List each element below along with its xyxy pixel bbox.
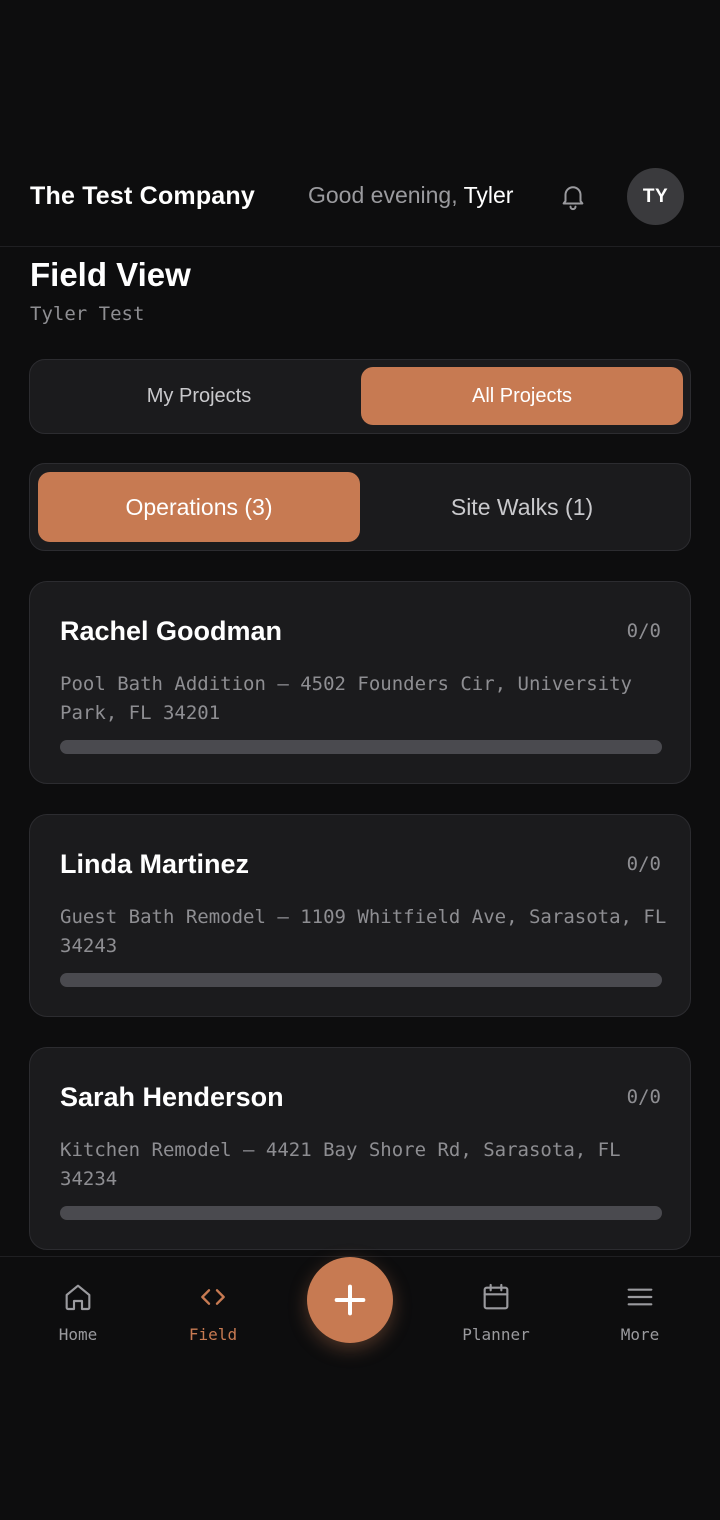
site-walks-tab[interactable]: Site Walks (1) [361,472,683,542]
plus-icon [334,1284,366,1316]
project-card[interactable]: Rachel Goodman 0/0 Pool Bath Addition — … [29,581,691,784]
nav-field-label: Field [188,1325,238,1344]
add-fab-button[interactable] [307,1257,393,1343]
nav-field[interactable]: Field [163,1279,263,1349]
greeting-text: Good evening, Tyler [308,182,513,209]
project-client-name: Linda Martinez [60,849,250,879]
app-header: The Test Company Good evening, Tyler TY [0,0,720,247]
category-tabs-segment: Operations (3) Site Walks (1) [29,463,691,551]
nav-home-label: Home [58,1325,98,1344]
greeting-user-name: Tyler [463,182,514,208]
code-brackets-icon [195,1279,231,1315]
calendar-icon [478,1279,514,1315]
menu-icon [622,1279,658,1315]
project-task-count: 0/0 [626,853,661,875]
project-description: Guest Bath Remodel — 1109 Whitfield Ave,… [60,906,667,957]
project-progress-bar [60,1206,662,1220]
notifications-bell-icon[interactable] [556,178,590,214]
page-subtitle: Tyler Test [30,303,145,325]
page-title: Field View [30,256,191,293]
project-card[interactable]: Linda Martinez 0/0 Guest Bath Remodel — … [29,814,691,1017]
all-projects-tab[interactable]: All Projects [361,367,683,425]
nav-more-label: More [620,1325,660,1344]
user-avatar[interactable]: TY [627,168,684,225]
project-filter-segment: My Projects All Projects [29,359,691,434]
project-client-name: Sarah Henderson [60,1082,284,1112]
operations-tab[interactable]: Operations (3) [38,472,360,542]
project-client-name: Rachel Goodman [60,616,283,646]
nav-home[interactable]: Home [28,1279,128,1349]
project-task-count: 0/0 [626,620,661,642]
project-card[interactable]: Sarah Henderson 0/0 Kitchen Remodel — 44… [29,1047,691,1250]
nav-more[interactable]: More [590,1279,690,1349]
project-task-count: 0/0 [626,1086,661,1108]
project-description: Kitchen Remodel — 4421 Bay Shore Rd, Sar… [60,1139,621,1190]
my-projects-tab[interactable]: My Projects [38,367,360,425]
nav-planner-label: Planner [462,1325,530,1344]
project-description: Pool Bath Addition — 4502 Founders Cir, … [60,673,632,724]
project-progress-bar [60,740,662,754]
project-progress-bar [60,973,662,987]
home-icon [60,1279,96,1315]
greeting-prefix: Good evening, [308,182,458,208]
company-name: The Test Company [30,182,255,210]
nav-planner[interactable]: Planner [446,1279,546,1349]
